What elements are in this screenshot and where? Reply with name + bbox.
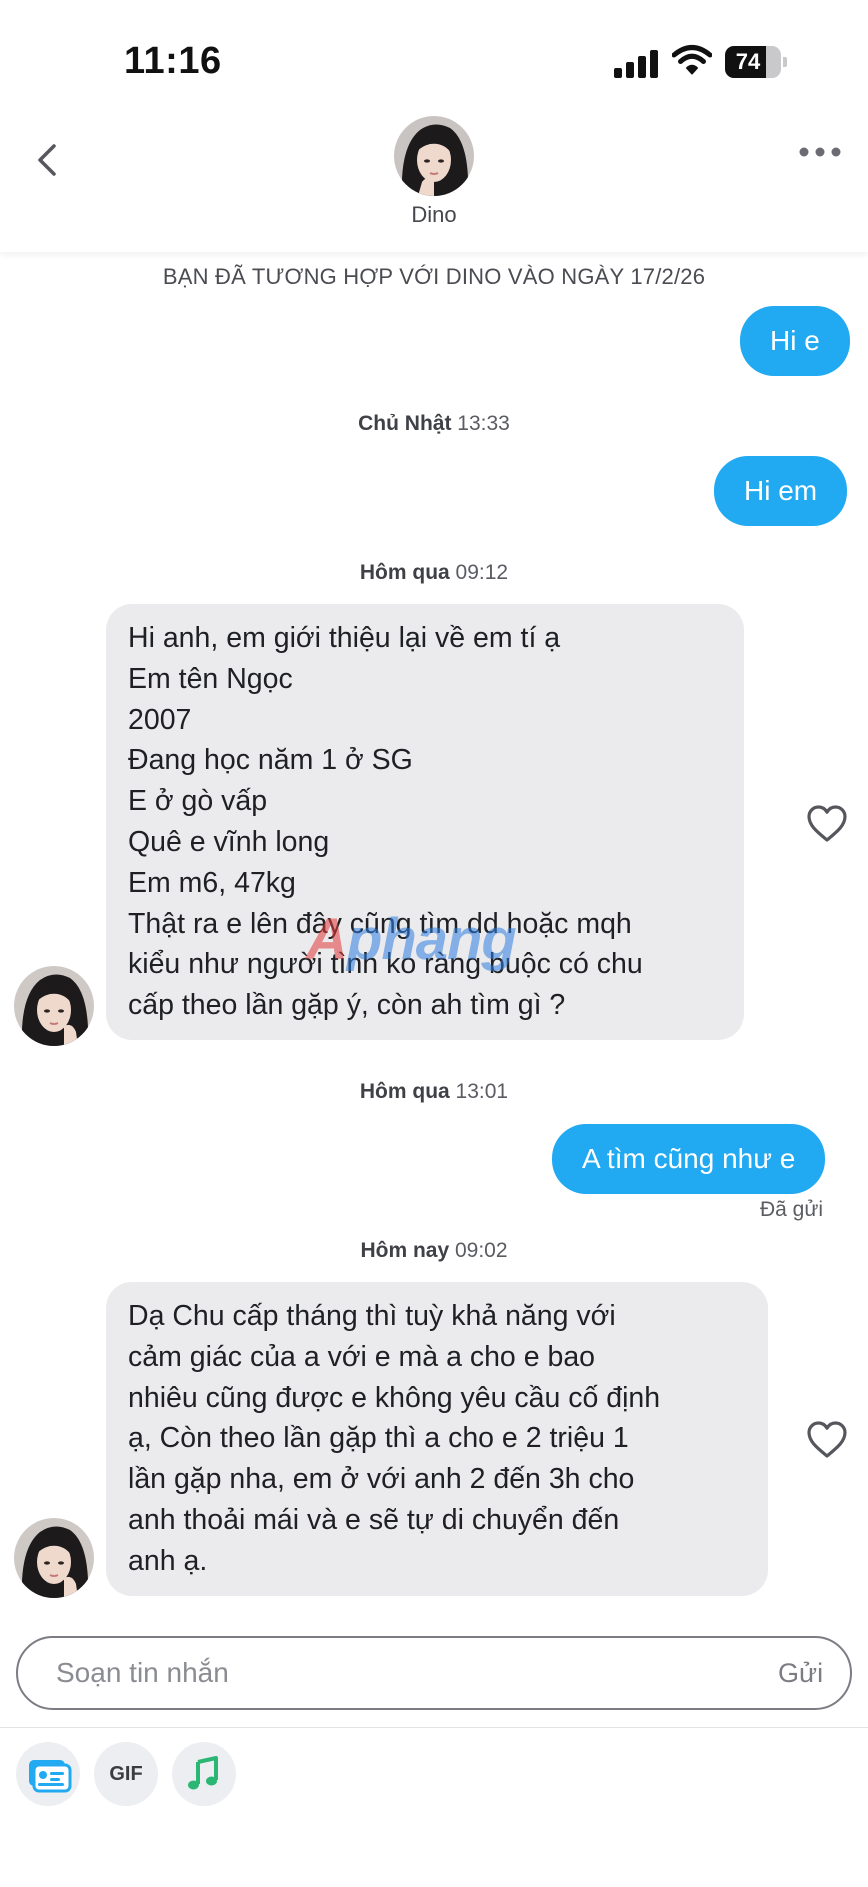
message-line: Đang học năm 1 ở SG — [128, 744, 413, 777]
send-button[interactable]: Gửi — [778, 1638, 823, 1708]
time-separator: Hôm qua 09:12 — [0, 561, 868, 585]
time-separator-day: Hôm qua — [359, 561, 450, 584]
time-separator-time: 09:02 — [449, 1239, 508, 1262]
message-line: E ở gò vấp — [128, 785, 268, 818]
time-separator: Hôm nay 09:02 — [0, 1239, 868, 1263]
message-input[interactable] — [56, 1638, 676, 1708]
heart-outline-icon[interactable] — [806, 804, 848, 844]
message-line: Quê e vĩnh long — [128, 825, 330, 858]
sent-status: Đã gửi — [760, 1198, 824, 1221]
message-line: cảm giác của a với e mà a cho e bao — [128, 1340, 596, 1373]
contact-card-icon — [29, 1760, 72, 1793]
message-line: Hi anh, em giới thiệu lại về em tí ạ — [128, 622, 561, 654]
contact-name[interactable]: Dino — [334, 202, 534, 228]
battery-level: 74 — [735, 49, 761, 74]
chevron-left-icon[interactable] — [28, 130, 68, 190]
message-line: Thật ra e lên đây cũng tìm dd hoặc mqh — [128, 907, 632, 940]
message-line: ạ, Còn theo lần gặp thì a cho e 2 triệu … — [128, 1422, 629, 1455]
time-separator-day: Chủ Nhật — [358, 412, 452, 435]
outgoing-message[interactable]: Hi em — [714, 456, 848, 526]
message-line: nhiêu cũng được e không yêu cầu cố định — [128, 1381, 661, 1414]
time-separator-day: Hôm nay — [360, 1239, 450, 1262]
message-line: anh thoải mái và e sẽ tự di chuyển đến — [128, 1503, 620, 1536]
time-separator: Hôm qua 13:01 — [0, 1080, 868, 1104]
match-notice: BẠN ĐÃ TƯƠNG HỢP VỚI DINO VÀO NGÀY 17/2/… — [162, 264, 706, 289]
outgoing-message[interactable]: Hi e — [740, 306, 850, 376]
time-separator-time: 13:01 — [449, 1080, 509, 1103]
incoming-message[interactable]: Dạ Chu cấp tháng thì tuỳ khả năng với cả… — [106, 1282, 768, 1596]
message-line: anh ạ. — [128, 1544, 208, 1577]
avatar[interactable] — [14, 966, 94, 1046]
incoming-message[interactable]: Hi anh, em giới thiệu lại về em tí ạ Em … — [106, 604, 744, 1040]
music-note-icon — [188, 1756, 218, 1790]
divider — [0, 1727, 868, 1728]
message-line: kiểu như người tình ko ràng buộc có chu — [128, 948, 643, 981]
clock: 11:16 — [124, 40, 222, 82]
message-composer: Gửi — [16, 1636, 852, 1710]
time-separator: Chủ Nhật 13:33 — [0, 412, 868, 436]
outgoing-message[interactable]: A tìm cũng như e — [552, 1124, 826, 1194]
message-line: Dạ Chu cấp tháng thì tuỳ khả năng với — [128, 1300, 616, 1332]
more-horizontal-icon[interactable] — [796, 132, 844, 172]
contact-card-button[interactable] — [16, 1742, 80, 1806]
message-line: cấp theo lần gặp ý, còn ah tìm gì ? — [128, 989, 566, 1022]
message-line: 2007 — [128, 703, 192, 736]
time-separator-time: 09:12 — [449, 561, 509, 584]
avatar[interactable] — [394, 116, 474, 196]
heart-outline-icon[interactable] — [806, 1420, 848, 1460]
gif-icon: GIF — [109, 1763, 143, 1785]
avatar[interactable] — [14, 1518, 94, 1598]
chat-header: Dino — [0, 110, 868, 252]
status-bar: 11:16 74 — [0, 0, 868, 110]
music-button[interactable] — [172, 1742, 236, 1806]
message-line: Em m6, 47kg — [128, 866, 296, 899]
time-separator-time: 13:33 — [451, 412, 510, 435]
wifi-icon — [672, 45, 712, 75]
message-line: lần gặp nha, em ở với anh 2 đến 3h cho — [128, 1463, 635, 1496]
message-line: Em tên Ngọc — [128, 662, 293, 695]
gif-button[interactable]: GIF — [94, 1742, 158, 1806]
time-separator-day: Hôm qua — [359, 1080, 450, 1103]
cellular-signal-icon — [614, 50, 658, 78]
battery-indicator: 74 — [725, 46, 787, 78]
